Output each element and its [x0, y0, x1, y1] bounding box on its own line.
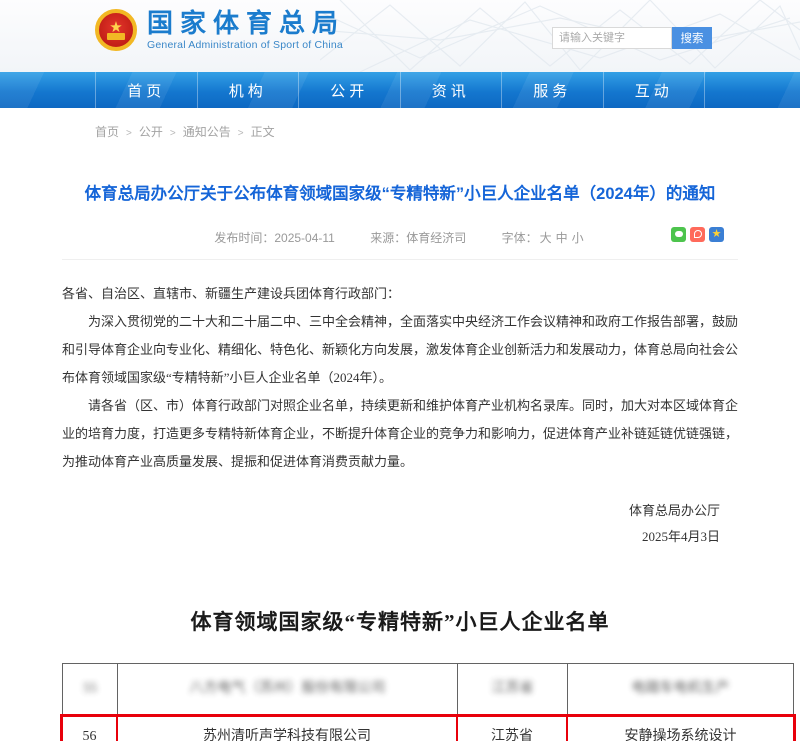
page: ★ 国家体育总局 General Administration of Sport…: [0, 0, 800, 741]
breadcrumb-separator: >: [126, 128, 132, 139]
font-option-0[interactable]: 大: [540, 231, 552, 245]
article-body: 各省、自治区、直辖市、新疆生产建设兵团体育行政部门： 为深入贯彻党的二十大和二十…: [62, 280, 738, 476]
table-row-56: 56苏州清听声学科技有限公司江苏省安静操场系统设计: [60, 714, 796, 741]
breadcrumb-separator: >: [170, 128, 176, 139]
breadcrumb: 首页 > 公开 > 通知公告 > 正文: [95, 123, 800, 140]
breadcrumb-item-1[interactable]: 公开: [139, 125, 163, 139]
site-subtitle: General Administration of Sport of China: [147, 39, 345, 51]
signature-org: 体育总局办公厅: [62, 498, 720, 524]
nav-item-2[interactable]: 公开: [299, 72, 401, 108]
font-option-1[interactable]: 中: [556, 231, 568, 245]
nav-item-0[interactable]: 首页: [96, 72, 198, 108]
site-title: 国家体育总局: [147, 9, 345, 39]
cell-business: 电踏车电机生产: [568, 664, 793, 715]
cell-business: 安静操场系统设计: [568, 717, 793, 741]
breadcrumb-item-0[interactable]: 首页: [95, 125, 119, 139]
article-source: 来源：体育经济司: [370, 231, 466, 245]
brand-text: 国家体育总局 General Administration of Sport o…: [147, 9, 345, 51]
cell-no: 56: [63, 717, 118, 741]
article-container: 体育总局办公厅关于公布体育领域国家级“专精特新”小巨人企业名单（2024年）的通…: [62, 182, 738, 741]
cell-province: 江苏省: [458, 664, 568, 715]
site-header: ★ 国家体育总局 General Administration of Sport…: [0, 0, 800, 72]
nav-item-3[interactable]: 资讯: [401, 72, 503, 108]
article-meta: 发布时间：2025-04-11 来源：体育经济司 字体：大中小 ★: [62, 229, 738, 260]
cell-no: 55: [63, 664, 118, 715]
cell-company: 苏州清听声学科技有限公司: [118, 717, 458, 741]
brand: ★ 国家体育总局 General Administration of Sport…: [95, 9, 345, 51]
cell-province: 江苏省: [458, 717, 568, 741]
company-table: 55八方电气（苏州）股份有限公司江苏省电踏车电机生产56苏州清听声学科技有限公司…: [62, 663, 794, 741]
favorite-star-icon[interactable]: ★: [709, 227, 724, 242]
nav-item-4[interactable]: 服务: [502, 72, 604, 108]
breadcrumb-item-3: 正文: [251, 125, 275, 139]
paragraph: 为深入贯彻党的二十大和二十届二中、三中全会精神，全面落实中央经济工作会议精神和政…: [62, 308, 738, 392]
article-title: 体育总局办公厅关于公布体育领域国家级“专精特新”小巨人企业名单（2024年）的通…: [62, 182, 738, 207]
search-input[interactable]: [552, 27, 672, 49]
weibo-share-icon[interactable]: [690, 227, 705, 242]
nav-item-1[interactable]: 机构: [198, 72, 300, 108]
main-nav: 首页机构公开资讯服务互动: [0, 72, 800, 108]
breadcrumb-item-2[interactable]: 通知公告: [183, 125, 231, 139]
font-size-switcher: 字体：大中小: [502, 231, 586, 245]
paragraph: 各省、自治区、直辖市、新疆生产建设兵团体育行政部门：: [62, 280, 738, 308]
search-bar: 搜索: [552, 27, 712, 49]
font-option-2[interactable]: 小: [572, 231, 584, 245]
wechat-share-icon[interactable]: [671, 227, 686, 242]
share-icons: ★: [671, 227, 724, 242]
nav-item-5[interactable]: 互动: [604, 72, 706, 108]
search-button[interactable]: 搜索: [672, 27, 712, 49]
emblem-gate-icon: [107, 33, 125, 40]
paragraph: 请各省（区、市）体育行政部门对照企业名单，持续更新和维护体育产业机构名录库。同时…: [62, 392, 738, 476]
signature-date: 2025年4月3日: [62, 524, 720, 550]
breadcrumb-separator: >: [238, 128, 244, 139]
list-title: 体育领域国家级“专精特新”小巨人企业名单: [62, 606, 738, 636]
publish-time: 发布时间：2025-04-11: [214, 231, 335, 245]
signature-block: 体育总局办公厅 2025年4月3日: [62, 498, 738, 550]
cell-company: 八方电气（苏州）股份有限公司: [118, 664, 458, 715]
table-row-55: 55八方电气（苏州）股份有限公司江苏省电踏车电机生产: [63, 664, 793, 716]
national-emblem-logo: ★: [95, 9, 137, 51]
